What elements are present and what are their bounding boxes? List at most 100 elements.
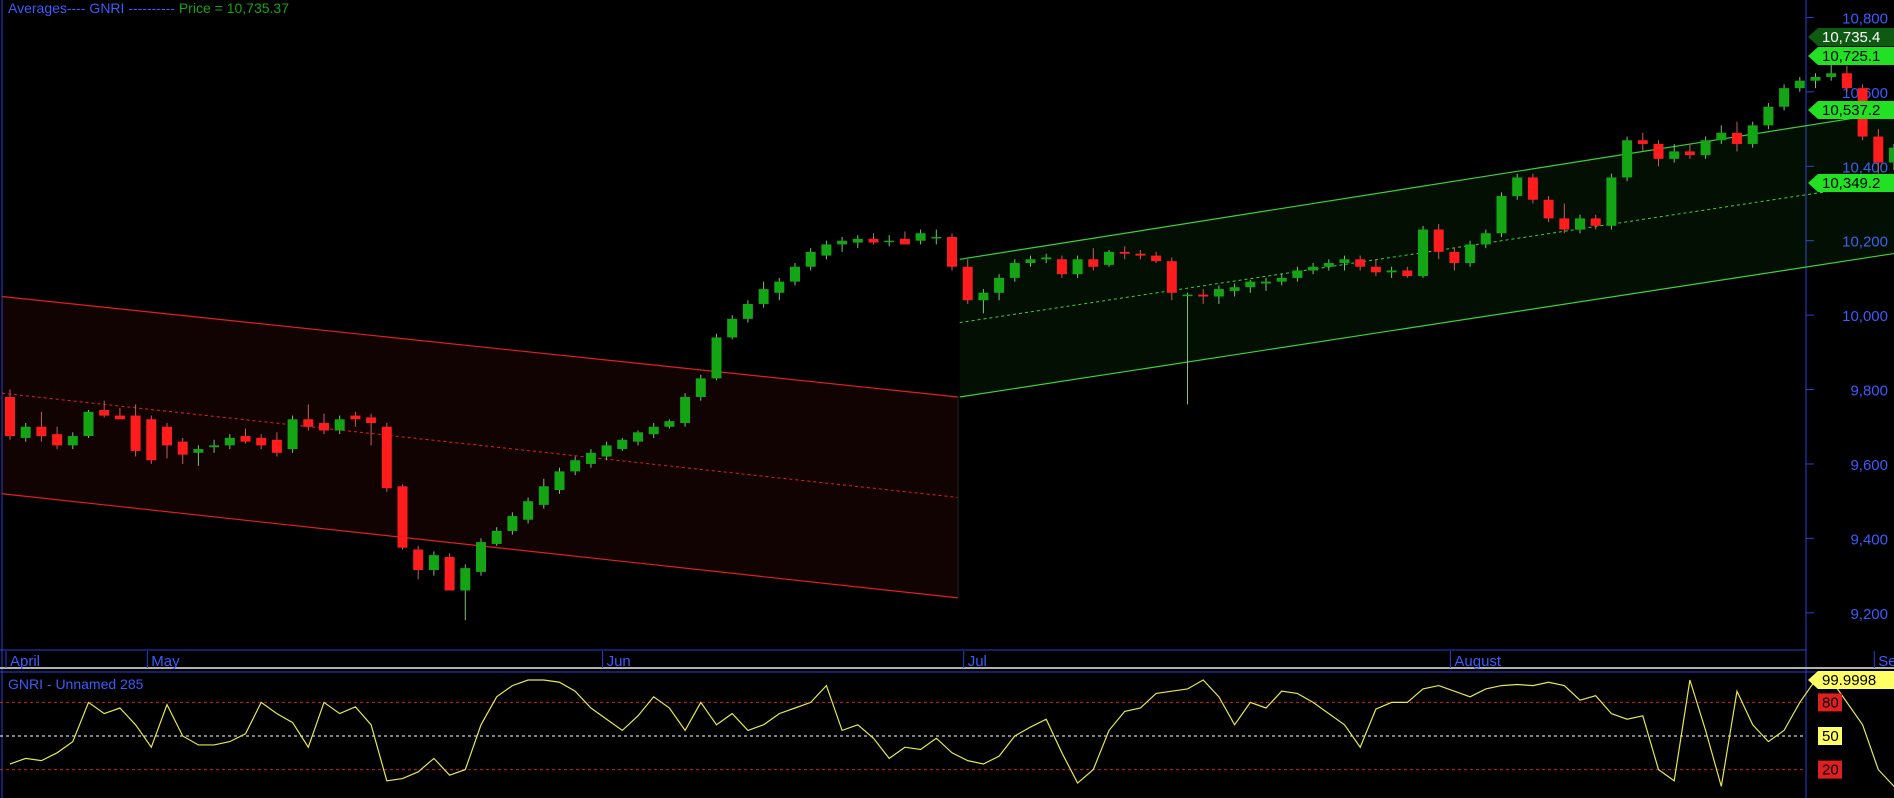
- candle-body: [727, 318, 738, 338]
- candle-body: [130, 415, 141, 451]
- candle-body: [334, 419, 345, 431]
- price-badge-label: 10,537.2: [1822, 102, 1880, 119]
- candle-body: [114, 415, 125, 420]
- osc-badge-label: 20: [1822, 762, 1839, 779]
- candle-body: [1700, 140, 1711, 156]
- candle-body: [1794, 80, 1805, 89]
- candle-body: [1637, 140, 1648, 144]
- candle-body: [554, 471, 565, 490]
- candle-body: [1622, 140, 1633, 178]
- candle-body: [1339, 259, 1350, 264]
- candle-body: [585, 452, 596, 464]
- candle-body: [994, 277, 1005, 293]
- candle-body: [774, 281, 785, 293]
- candle-body: [1041, 257, 1052, 260]
- y-tick-label: 9,400: [1850, 531, 1888, 548]
- candle-body: [664, 421, 675, 427]
- candle-body: [1323, 263, 1334, 267]
- osc-badge-label: 99.9998: [1822, 672, 1876, 689]
- price-badge-label: 10,349.2: [1822, 175, 1880, 192]
- candle-body: [491, 530, 502, 544]
- candle-body: [381, 426, 392, 489]
- candle-body: [1276, 277, 1287, 282]
- candle-body: [947, 236, 957, 267]
- candle-body: [1684, 151, 1695, 156]
- candle-body: [1559, 218, 1570, 230]
- candle-body: [852, 238, 863, 243]
- candle-body: [1056, 259, 1067, 275]
- candle-body: [633, 432, 643, 442]
- x-tick-label: Jul: [968, 653, 987, 670]
- osc-badge-label: 80: [1822, 694, 1839, 711]
- candle-body: [680, 396, 691, 424]
- candle-body: [821, 244, 832, 256]
- candle-body: [1732, 132, 1742, 144]
- candle-body: [350, 415, 361, 420]
- candle-body: [1025, 259, 1036, 264]
- candle-body: [899, 238, 910, 245]
- candle-body: [1182, 294, 1193, 297]
- candle-body: [1370, 266, 1381, 273]
- candle-body: [1386, 270, 1397, 273]
- candle-body: [978, 292, 989, 301]
- price-badge-label: 10,735.4: [1822, 29, 1880, 46]
- x-tick-label: April: [10, 653, 40, 670]
- y-tick-label: 10,800: [1842, 10, 1888, 27]
- price-badge-label: 10,725.1: [1822, 48, 1880, 65]
- candle-body: [240, 436, 251, 442]
- candle-body: [1088, 259, 1099, 267]
- candle-body: [1810, 76, 1821, 81]
- candle-body: [601, 445, 612, 457]
- candle-body: [617, 439, 628, 450]
- candle-body: [523, 501, 534, 520]
- header-indicator-label: Averages---- GNRI ----------: [8, 0, 175, 16]
- y-tick-label: 9,600: [1850, 457, 1888, 474]
- candle-body: [476, 542, 486, 572]
- candle-body: [1841, 73, 1852, 89]
- osc-badge-label: 50: [1822, 728, 1839, 745]
- candle-body: [570, 460, 581, 472]
- candle-body: [1308, 266, 1319, 271]
- candle-body: [507, 516, 518, 531]
- y-tick-label: 9,800: [1850, 383, 1888, 400]
- candle-body: [1135, 253, 1146, 256]
- x-tick-label: May: [151, 653, 180, 670]
- candle-body: [1465, 244, 1476, 264]
- candle-body: [177, 441, 188, 455]
- candle-body: [460, 568, 471, 591]
- candle-body: [209, 445, 220, 448]
- candle-body: [1889, 147, 1894, 163]
- candle-body: [224, 437, 235, 446]
- candle-body: [1606, 177, 1617, 226]
- candle-body: [99, 410, 110, 416]
- candle-body: [1418, 229, 1428, 277]
- candle-body: [758, 289, 769, 304]
- y-tick-label: 9,200: [1850, 606, 1888, 623]
- candle-body: [1072, 259, 1083, 275]
- candle-body: [413, 549, 424, 570]
- candle-body: [1402, 270, 1413, 277]
- candle-body: [444, 556, 455, 591]
- candle-body: [1198, 294, 1209, 297]
- candle-body: [1261, 281, 1271, 284]
- candle-body: [1355, 259, 1366, 267]
- candle-body: [52, 434, 63, 446]
- candle-body: [1669, 151, 1680, 159]
- candle-body: [146, 419, 157, 461]
- x-tick-label: September: [1878, 653, 1894, 670]
- y-tick-label: 10,000: [1842, 308, 1888, 325]
- oscillator-header: GNRI - Unnamed 285: [8, 676, 144, 692]
- candle-body: [962, 266, 973, 301]
- candle-body: [1151, 255, 1162, 262]
- candle-body: [1527, 177, 1538, 200]
- candle-body: [1009, 263, 1020, 278]
- candle-body: [931, 236, 942, 239]
- candle-body: [1245, 281, 1256, 288]
- x-tick-label: Jun: [607, 653, 631, 670]
- candle-body: [83, 411, 94, 437]
- channel-fill-green: [959, 111, 1894, 397]
- candle-body: [868, 238, 879, 243]
- candle-body: [20, 426, 31, 438]
- candle-body: [366, 417, 377, 424]
- candle-body: [648, 426, 659, 435]
